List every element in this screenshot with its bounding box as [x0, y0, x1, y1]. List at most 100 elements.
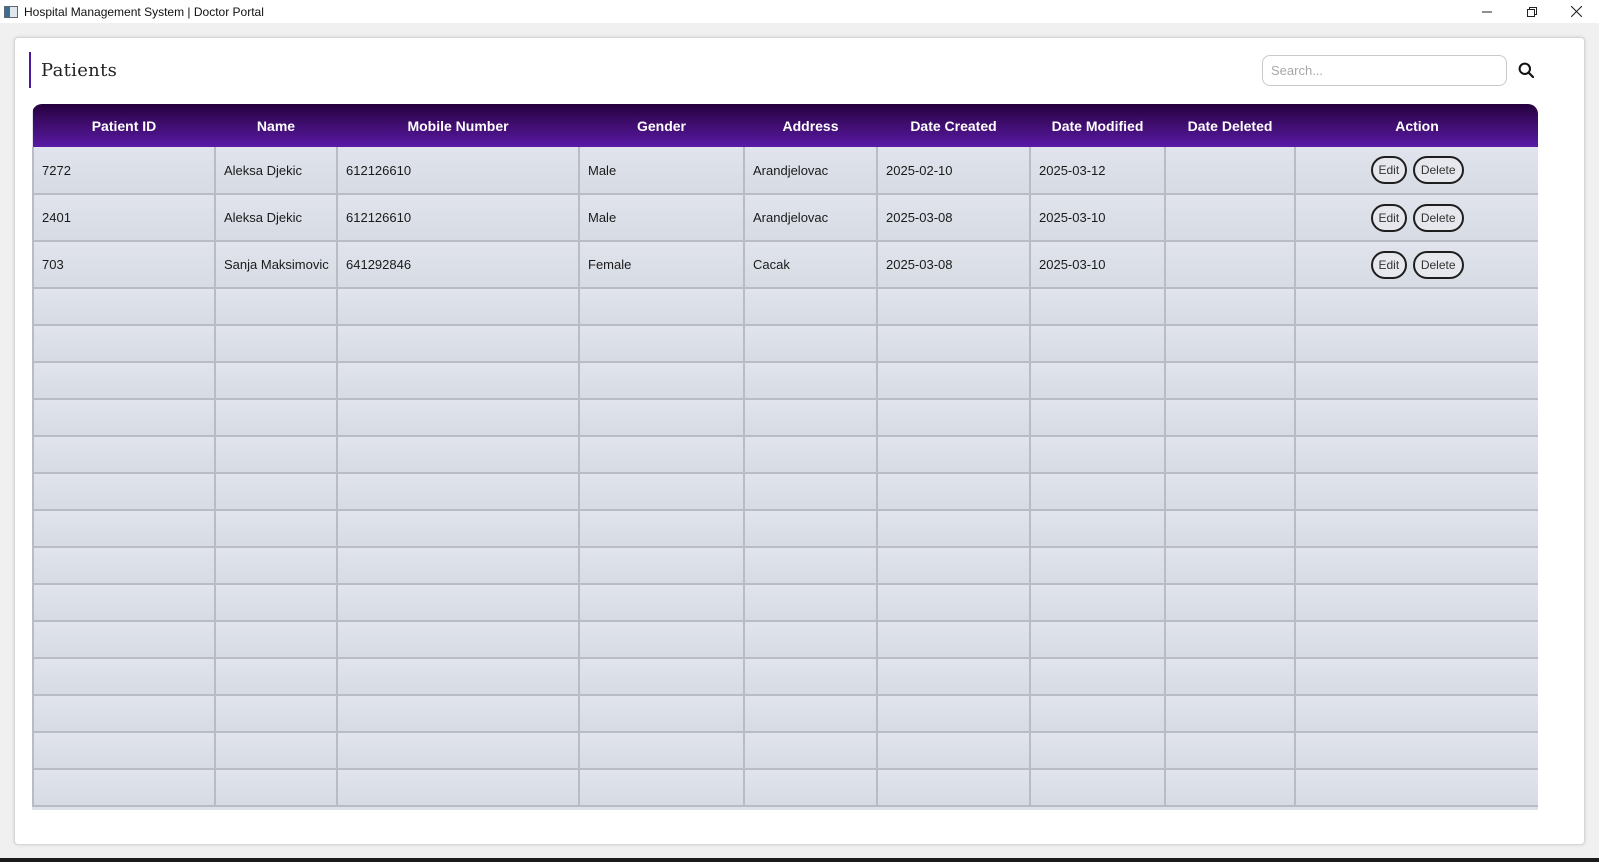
empty-table-row: [32, 732, 1538, 770]
empty-cell: [578, 695, 745, 733]
empty-cell: [336, 621, 580, 659]
column-header-name[interactable]: Name: [215, 104, 337, 147]
table-row[interactable]: 2401 Aleksa Djekic 612126610 Male Arandj…: [32, 194, 1538, 242]
empty-cell: [876, 584, 1031, 622]
window-controls: [1464, 0, 1599, 23]
empty-cell: [32, 325, 216, 363]
delete-button[interactable]: Delete: [1412, 250, 1464, 279]
empty-cell: [214, 769, 338, 807]
column-header-action[interactable]: Action: [1295, 104, 1538, 147]
column-header-date-deleted[interactable]: Date Deleted: [1165, 104, 1295, 147]
empty-cell: [1164, 695, 1296, 733]
empty-cell: [578, 547, 745, 585]
edit-button[interactable]: Edit: [1370, 203, 1408, 232]
empty-cell: [1029, 695, 1166, 733]
empty-cell: [214, 510, 338, 548]
empty-cell: [578, 732, 745, 770]
empty-table-row: [32, 399, 1538, 437]
empty-cell: [336, 362, 580, 400]
cell-name: Aleksa Djekic: [214, 147, 338, 195]
column-header-mobile-number[interactable]: Mobile Number: [337, 104, 579, 147]
edit-button[interactable]: Edit: [1370, 156, 1408, 184]
cell-gender: Male: [578, 194, 745, 242]
cell-gender: Male: [578, 147, 745, 195]
cell-date-created: 2025-02-10: [876, 147, 1031, 195]
edit-button[interactable]: Edit: [1370, 250, 1408, 279]
empty-cell: [336, 658, 580, 696]
empty-cell: [336, 325, 580, 363]
empty-table-row: [32, 510, 1538, 548]
empty-cell: [578, 658, 745, 696]
empty-cell: [743, 325, 878, 363]
empty-cell: [743, 362, 878, 400]
empty-cell: [1029, 288, 1166, 326]
cell-mobile-number: 641292846: [336, 241, 580, 289]
empty-cell: [1294, 769, 1538, 807]
empty-cell: [1029, 732, 1166, 770]
empty-cell: [1029, 584, 1166, 622]
column-header-date-created[interactable]: Date Created: [877, 104, 1030, 147]
column-header-gender[interactable]: Gender: [579, 104, 744, 147]
empty-cell: [578, 510, 745, 548]
empty-cell: [1294, 695, 1538, 733]
cell-address: Arandjelovac: [743, 147, 878, 195]
empty-cell: [1164, 399, 1296, 437]
table-row[interactable]: 703 Sanja Maksimovic 641292846 Female Ca…: [32, 241, 1538, 289]
empty-cell: [1029, 399, 1166, 437]
cell-patient-id: 703: [32, 241, 216, 289]
empty-cell: [876, 510, 1031, 548]
search-icon[interactable]: [1516, 60, 1536, 80]
empty-cell: [578, 473, 745, 511]
empty-cell: [578, 325, 745, 363]
cell-address: Arandjelovac: [743, 194, 878, 242]
app-icon: [4, 5, 18, 18]
delete-button[interactable]: Delete: [1412, 156, 1464, 184]
empty-cell: [1029, 658, 1166, 696]
empty-cell: [578, 436, 745, 474]
close-icon[interactable]: [1554, 0, 1599, 23]
delete-button[interactable]: Delete: [1412, 203, 1464, 232]
table-row[interactable]: 7272 Aleksa Djekic 612126610 Male Arandj…: [32, 147, 1538, 195]
empty-cell: [1294, 436, 1538, 474]
empty-table-row: [32, 325, 1538, 363]
empty-cell: [876, 288, 1031, 326]
empty-cell: [578, 769, 745, 807]
empty-cell: [1029, 769, 1166, 807]
empty-cell: [214, 399, 338, 437]
empty-cell: [876, 547, 1031, 585]
cell-action: Edit Delete: [1294, 194, 1538, 242]
empty-cell: [1029, 547, 1166, 585]
search-input[interactable]: [1262, 55, 1507, 86]
empty-cell: [1294, 288, 1538, 326]
minimize-icon[interactable]: [1464, 0, 1509, 23]
column-header-date-modified[interactable]: Date Modified: [1030, 104, 1165, 147]
empty-cell: [876, 732, 1031, 770]
cell-action: Edit Delete: [1294, 241, 1538, 289]
cell-date-deleted: [1164, 147, 1296, 195]
cell-patient-id: 7272: [32, 147, 216, 195]
empty-cell: [876, 695, 1031, 733]
empty-cell: [32, 473, 216, 511]
empty-cell: [1294, 510, 1538, 548]
empty-cell: [578, 621, 745, 659]
empty-cell: [336, 769, 580, 807]
empty-cell: [876, 621, 1031, 659]
cell-mobile-number: 612126610: [336, 194, 580, 242]
empty-cell: [32, 621, 216, 659]
empty-cell: [743, 732, 878, 770]
window-title: Hospital Management System | Doctor Port…: [24, 4, 264, 19]
empty-cell: [336, 510, 580, 548]
empty-cell: [336, 473, 580, 511]
taskbar-edge: [0, 858, 1599, 862]
restore-icon[interactable]: [1509, 0, 1554, 23]
empty-cell: [32, 695, 216, 733]
empty-cell: [214, 436, 338, 474]
column-header-patient-id[interactable]: Patient ID: [33, 104, 215, 147]
cell-date-modified: 2025-03-10: [1029, 241, 1166, 289]
empty-cell: [578, 288, 745, 326]
cell-date-deleted: [1164, 241, 1296, 289]
empty-cell: [743, 399, 878, 437]
empty-cell: [32, 732, 216, 770]
empty-cell: [32, 399, 216, 437]
column-header-address[interactable]: Address: [744, 104, 877, 147]
